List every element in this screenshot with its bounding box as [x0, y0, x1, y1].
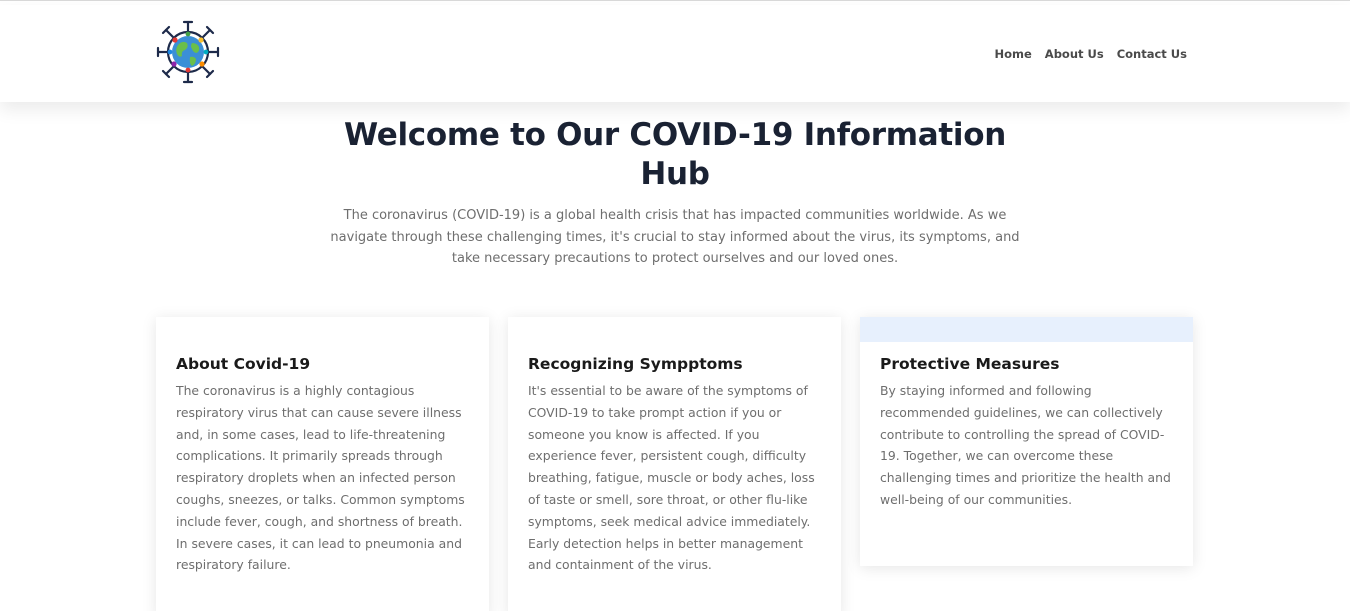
info-card-symptoms: Recognizing Sympptoms It's essential to …	[508, 317, 841, 611]
card-highlight-bar	[860, 317, 1193, 342]
card-text: The coronavirus is a highly contagious r…	[176, 383, 465, 573]
nav-link-about-us[interactable]: About Us	[1045, 47, 1104, 61]
hero-intro-text: The coronavirus (COVID-19) is a global h…	[330, 208, 1020, 266]
navbar: Home About Us Contact Us	[0, 5, 1350, 102]
card-title: About Covid-19	[176, 355, 311, 373]
page: Home About Us Contact Us Welcome to Our …	[0, 0, 1350, 611]
info-card-protective-measures: Protective Measures By staying informed …	[860, 317, 1193, 566]
info-card-about-covid: About Covid-19 The coronavirus is a high…	[156, 317, 489, 611]
covid-virus-globe-icon[interactable]	[154, 19, 222, 85]
main-nav: Home About Us Contact Us	[994, 47, 1187, 61]
card-title: Protective Measures	[880, 355, 1060, 373]
card-title: Recognizing Sympptoms	[528, 355, 743, 373]
nav-link-home[interactable]: Home	[994, 47, 1031, 61]
card-text: It's essential to be aware of the sympto…	[528, 383, 815, 573]
nav-link-contact-us[interactable]: Contact Us	[1117, 47, 1187, 61]
hero-title: Welcome to Our COVID-19 Information Hub	[343, 117, 1007, 192]
card-text: By staying informed and following recomm…	[880, 383, 1171, 507]
hero-section: Welcome to Our COVID-19 Information Hub …	[0, 116, 1350, 270]
